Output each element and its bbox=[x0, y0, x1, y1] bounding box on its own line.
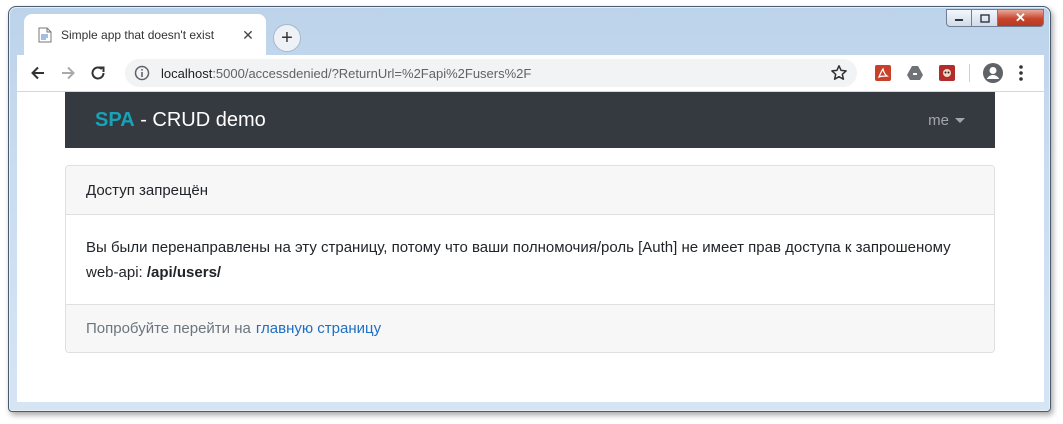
url-text[interactable]: localhost:5000/accessdenied/?ReturnUrl=%… bbox=[161, 66, 829, 81]
forward-arrow-icon bbox=[62, 66, 75, 80]
reload-icon bbox=[91, 66, 105, 80]
plus-icon: + bbox=[281, 27, 293, 49]
address-bar[interactable]: localhost:5000/accessdenied/?ReturnUrl=%… bbox=[125, 59, 857, 87]
close-window-button[interactable]: ✕ bbox=[998, 9, 1044, 27]
minimize-icon bbox=[955, 19, 963, 21]
card-footer: Попробуйте перейти на главную страницу bbox=[66, 304, 994, 352]
drive-extension-icon[interactable] bbox=[905, 63, 925, 83]
close-icon: ✕ bbox=[1015, 10, 1026, 25]
page-favicon-icon bbox=[38, 27, 52, 43]
page-viewport: SPA - CRUD demo me Доступ запрещён Вы бы… bbox=[17, 92, 1044, 402]
new-tab-button[interactable]: + bbox=[273, 24, 301, 52]
bookmark-star-icon[interactable] bbox=[829, 63, 849, 83]
card-body-api: /api/users/ bbox=[146, 264, 222, 281]
pdf-extension-icon[interactable] bbox=[873, 63, 893, 83]
tab-close-icon[interactable]: ✕ bbox=[240, 27, 256, 44]
card-header: Доступ запрещён bbox=[66, 166, 994, 215]
game-extension-icon[interactable] bbox=[937, 63, 957, 83]
caret-down-icon bbox=[955, 117, 965, 123]
profile-avatar-icon[interactable] bbox=[982, 62, 1004, 84]
card-footer-text: Попробуйте перейти на bbox=[86, 320, 251, 337]
user-menu-dropdown[interactable]: me bbox=[928, 112, 965, 129]
forward-button[interactable] bbox=[53, 58, 83, 88]
tab-title: Simple app that doesn't exist bbox=[61, 28, 215, 42]
app-navbar: SPA - CRUD demo me bbox=[65, 92, 995, 148]
home-page-link[interactable]: главную страницу bbox=[256, 320, 381, 337]
window-controls: ✕ bbox=[946, 9, 1044, 27]
maximize-icon bbox=[979, 13, 990, 23]
app-brand[interactable]: SPA - CRUD demo bbox=[95, 109, 266, 132]
maximize-button[interactable] bbox=[972, 9, 998, 27]
card-body: Вы были перенаправлены на эту страницу, … bbox=[66, 215, 994, 304]
browser-menu-icon[interactable] bbox=[1014, 62, 1028, 84]
url-host: localhost bbox=[161, 65, 213, 81]
brand-title: - CRUD demo bbox=[134, 108, 266, 131]
site-info-icon[interactable] bbox=[133, 64, 151, 82]
url-path: :5000/accessdenied/?ReturnUrl=%2Fapi%2Fu… bbox=[212, 65, 532, 81]
back-arrow-icon bbox=[31, 66, 44, 80]
user-menu-label: me bbox=[928, 111, 949, 129]
reload-button[interactable] bbox=[83, 58, 113, 88]
access-denied-card: Доступ запрещён Вы были перенаправлены н… bbox=[65, 165, 995, 353]
back-button[interactable] bbox=[23, 58, 53, 88]
minimize-button[interactable] bbox=[946, 9, 972, 27]
brand-spa: SPA bbox=[95, 108, 135, 131]
toolbar-separator bbox=[969, 64, 970, 82]
browser-toolbar: localhost:5000/accessdenied/?ReturnUrl=%… bbox=[17, 55, 1044, 92]
browser-tab[interactable]: Simple app that doesn't exist ✕ bbox=[24, 14, 266, 56]
